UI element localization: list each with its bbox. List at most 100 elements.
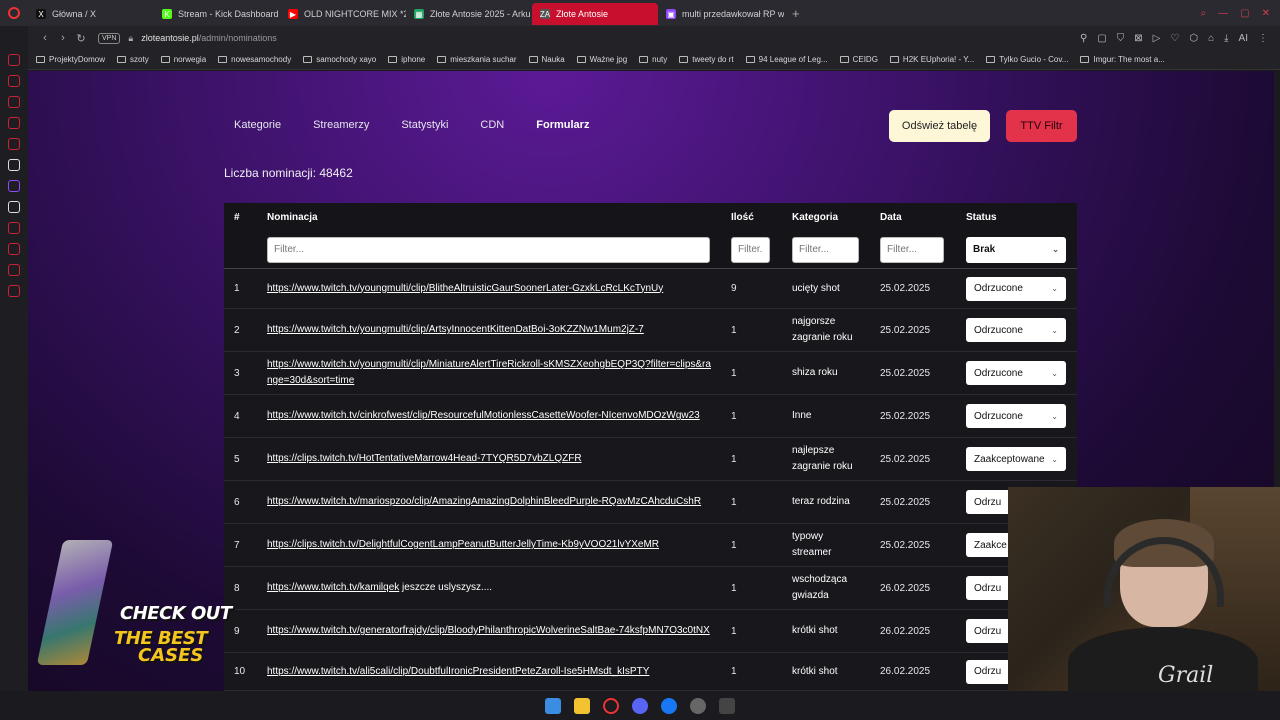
bookmark-label: H2K EUphoria! - Y... xyxy=(902,55,975,64)
refresh-table-button[interactable]: Odśwież tabelę xyxy=(889,110,990,142)
new-tab-button[interactable]: + xyxy=(784,6,808,21)
status-select[interactable]: Odrzucone ⌄ xyxy=(966,318,1066,342)
nomination-filter-input[interactable] xyxy=(267,236,710,263)
player-icon[interactable]: ▷ xyxy=(1153,33,1161,44)
more-icon[interactable]: ⋮ xyxy=(1258,33,1268,44)
back-icon[interactable]: ‹ xyxy=(36,32,54,44)
bookmark-item[interactable]: norwegia xyxy=(160,55,206,64)
menu-kategorie[interactable]: Kategorie xyxy=(234,119,281,131)
windows-start-icon[interactable] xyxy=(545,697,561,714)
nomination-link[interactable]: https://www.twitch.tv/kamilqek xyxy=(267,582,399,593)
bookmark-item[interactable]: H2K EUphoria! - Y... xyxy=(889,55,975,64)
bookmark-item[interactable]: mieszkania suchar xyxy=(437,55,517,64)
forward-icon[interactable]: › xyxy=(54,32,72,44)
vpn-badge[interactable]: VPN xyxy=(98,32,121,44)
amount-filter-input[interactable] xyxy=(731,236,770,263)
settings-icon[interactable] xyxy=(8,285,20,297)
whatsapp-icon[interactable] xyxy=(8,75,20,87)
bookmark-item[interactable]: szoty xyxy=(117,55,149,64)
category-value: ucięty shot xyxy=(792,282,840,294)
folder-icon xyxy=(986,56,996,63)
menu-formularz[interactable]: Formularz xyxy=(536,119,589,131)
bookmark-item[interactable]: nowesamochody xyxy=(218,55,291,64)
bookmark-item[interactable]: Ważne jpg xyxy=(576,55,627,64)
bookmark-item[interactable]: CEIDG xyxy=(839,55,878,64)
browser-tab[interactable]: ▣ multi przedawkował RP w xyxy=(658,3,784,25)
heart-icon[interactable]: ♡ xyxy=(1170,33,1179,44)
lock-icon[interactable]: 🔒︎ xyxy=(128,33,133,44)
nomination-link[interactable]: https://www.twitch.tv/youngmulti/clip/Ar… xyxy=(267,324,644,335)
status-select[interactable]: Odrzucone ⌄ xyxy=(966,404,1066,428)
obs-icon[interactable] xyxy=(690,697,706,714)
clock-icon[interactable] xyxy=(8,243,20,255)
browser-tab[interactable]: ZA Złote Antosie xyxy=(532,3,658,25)
gmail-icon[interactable] xyxy=(8,138,20,150)
flow-icon[interactable] xyxy=(8,117,20,129)
nomination-link[interactable]: https://www.twitch.tv/ali5cali/clip/Doub… xyxy=(267,666,649,677)
browser-tab[interactable]: ▦ Złote Antosie 2025 - Arku xyxy=(406,3,532,25)
bookmark-label: Tylko Gucio - Cov... xyxy=(999,55,1069,64)
close-tab-icon[interactable]: ⊠ xyxy=(1134,33,1142,44)
browser-tab[interactable]: ▶ OLD NIGHTCORE MIX *20 xyxy=(280,3,406,25)
nomination-link[interactable]: https://clips.twitch.tv/DelightfulCogent… xyxy=(267,539,659,550)
download-icon[interactable]: ⤓ xyxy=(1224,33,1228,44)
twitch-icon[interactable] xyxy=(8,180,20,192)
search-icon[interactable]: ⌕ xyxy=(1201,8,1207,19)
nomination-link[interactable]: https://www.twitch.tv/generatorfrajdy/cl… xyxy=(267,625,710,636)
bookmark-item[interactable]: iphone xyxy=(388,55,425,64)
minimize-icon[interactable]: — xyxy=(1218,8,1228,19)
menu-streamerzy[interactable]: Streamerzy xyxy=(313,119,369,131)
file-explorer-icon[interactable] xyxy=(574,697,590,714)
url-field[interactable]: zloteantosie.pl/admin/nominations xyxy=(141,33,277,43)
menu-statystyki[interactable]: Statystyki xyxy=(401,119,448,131)
discord-icon[interactable] xyxy=(632,697,648,714)
vk-icon[interactable] xyxy=(8,96,20,108)
shield-icon[interactable]: ⛉ xyxy=(1117,33,1125,44)
history-icon[interactable] xyxy=(8,222,20,234)
browser-tab[interactable]: K Stream - Kick Dashboard xyxy=(154,3,280,25)
bookmark-item[interactable]: Tylko Gucio - Cov... xyxy=(986,55,1068,64)
status-select[interactable]: Zaakceptowane ⌄ xyxy=(966,447,1066,471)
messenger-icon[interactable] xyxy=(8,54,20,66)
category-filter-input[interactable] xyxy=(792,236,859,263)
bookmark-item[interactable]: 94 League of Leg... xyxy=(745,55,828,64)
x-icon[interactable] xyxy=(8,201,20,213)
facebook-icon[interactable] xyxy=(661,697,677,714)
status-select[interactable]: Odrzucone ⌄ xyxy=(966,276,1066,301)
bookmark-item[interactable]: ProjektyDomow xyxy=(36,55,105,64)
bookmark-item[interactable]: tweety do rt xyxy=(679,55,734,64)
status-select[interactable]: Odrzucone ⌄ xyxy=(966,361,1066,385)
extensions-sidebar-icon[interactable] xyxy=(8,264,20,276)
nomination-link[interactable]: https://clips.twitch.tv/HotTentativeMarr… xyxy=(267,453,582,464)
nomination-link[interactable]: https://www.twitch.tv/mariospzoo/clip/Am… xyxy=(267,496,701,507)
bookmark-item[interactable]: nuty xyxy=(639,55,667,64)
nomination-link[interactable]: https://www.twitch.tv/youngmulti/clip/Bl… xyxy=(267,283,663,294)
menu-cdn[interactable]: CDN xyxy=(480,119,504,131)
date-filter-input[interactable] xyxy=(880,236,944,263)
bookmark-item[interactable]: samochody xayo xyxy=(303,55,376,64)
row-number: 6 xyxy=(234,496,240,508)
close-window-icon[interactable]: ✕ xyxy=(1262,8,1270,19)
bookmark-item[interactable]: Nauka xyxy=(528,55,565,64)
reload-icon[interactable]: ↻ xyxy=(72,32,90,45)
row-number: 4 xyxy=(234,410,240,422)
ai-button[interactable]: AI xyxy=(1239,33,1248,44)
wallet-icon[interactable]: ⌂ xyxy=(1208,33,1214,44)
snapshot-icon[interactable]: ▢ xyxy=(1097,33,1106,44)
status-value: Odrzucone xyxy=(974,410,1023,422)
chatgpt-icon[interactable] xyxy=(8,159,20,171)
browser-tab[interactable]: X Główna / X xyxy=(28,3,154,25)
table-row: 8 https://www.twitch.tv/kamilqek jeszcze … xyxy=(224,567,1077,610)
pin-icon[interactable]: ⚲ xyxy=(1080,33,1087,44)
terminal-icon[interactable] xyxy=(719,697,735,714)
ttv-filter-button[interactable]: TTV Filtr xyxy=(1006,110,1077,142)
opera-menu-icon[interactable] xyxy=(0,0,28,26)
status-filter-select[interactable]: Brak ⌄ xyxy=(966,236,1066,263)
maximize-icon[interactable]: ▢ xyxy=(1240,8,1249,19)
bookmark-item[interactable]: Imgur: The most a... xyxy=(1080,55,1165,64)
nomination-link[interactable]: https://www.twitch.tv/cinkrofwest/clip/R… xyxy=(267,410,700,421)
opera-taskbar-icon[interactable] xyxy=(603,697,619,714)
nomination-link[interactable]: https://www.twitch.tv/youngmulti/clip/Mi… xyxy=(267,359,711,386)
bookmark-label: ProjektyDomow xyxy=(49,55,106,64)
extensions-icon[interactable]: ⬡ xyxy=(1189,33,1198,44)
